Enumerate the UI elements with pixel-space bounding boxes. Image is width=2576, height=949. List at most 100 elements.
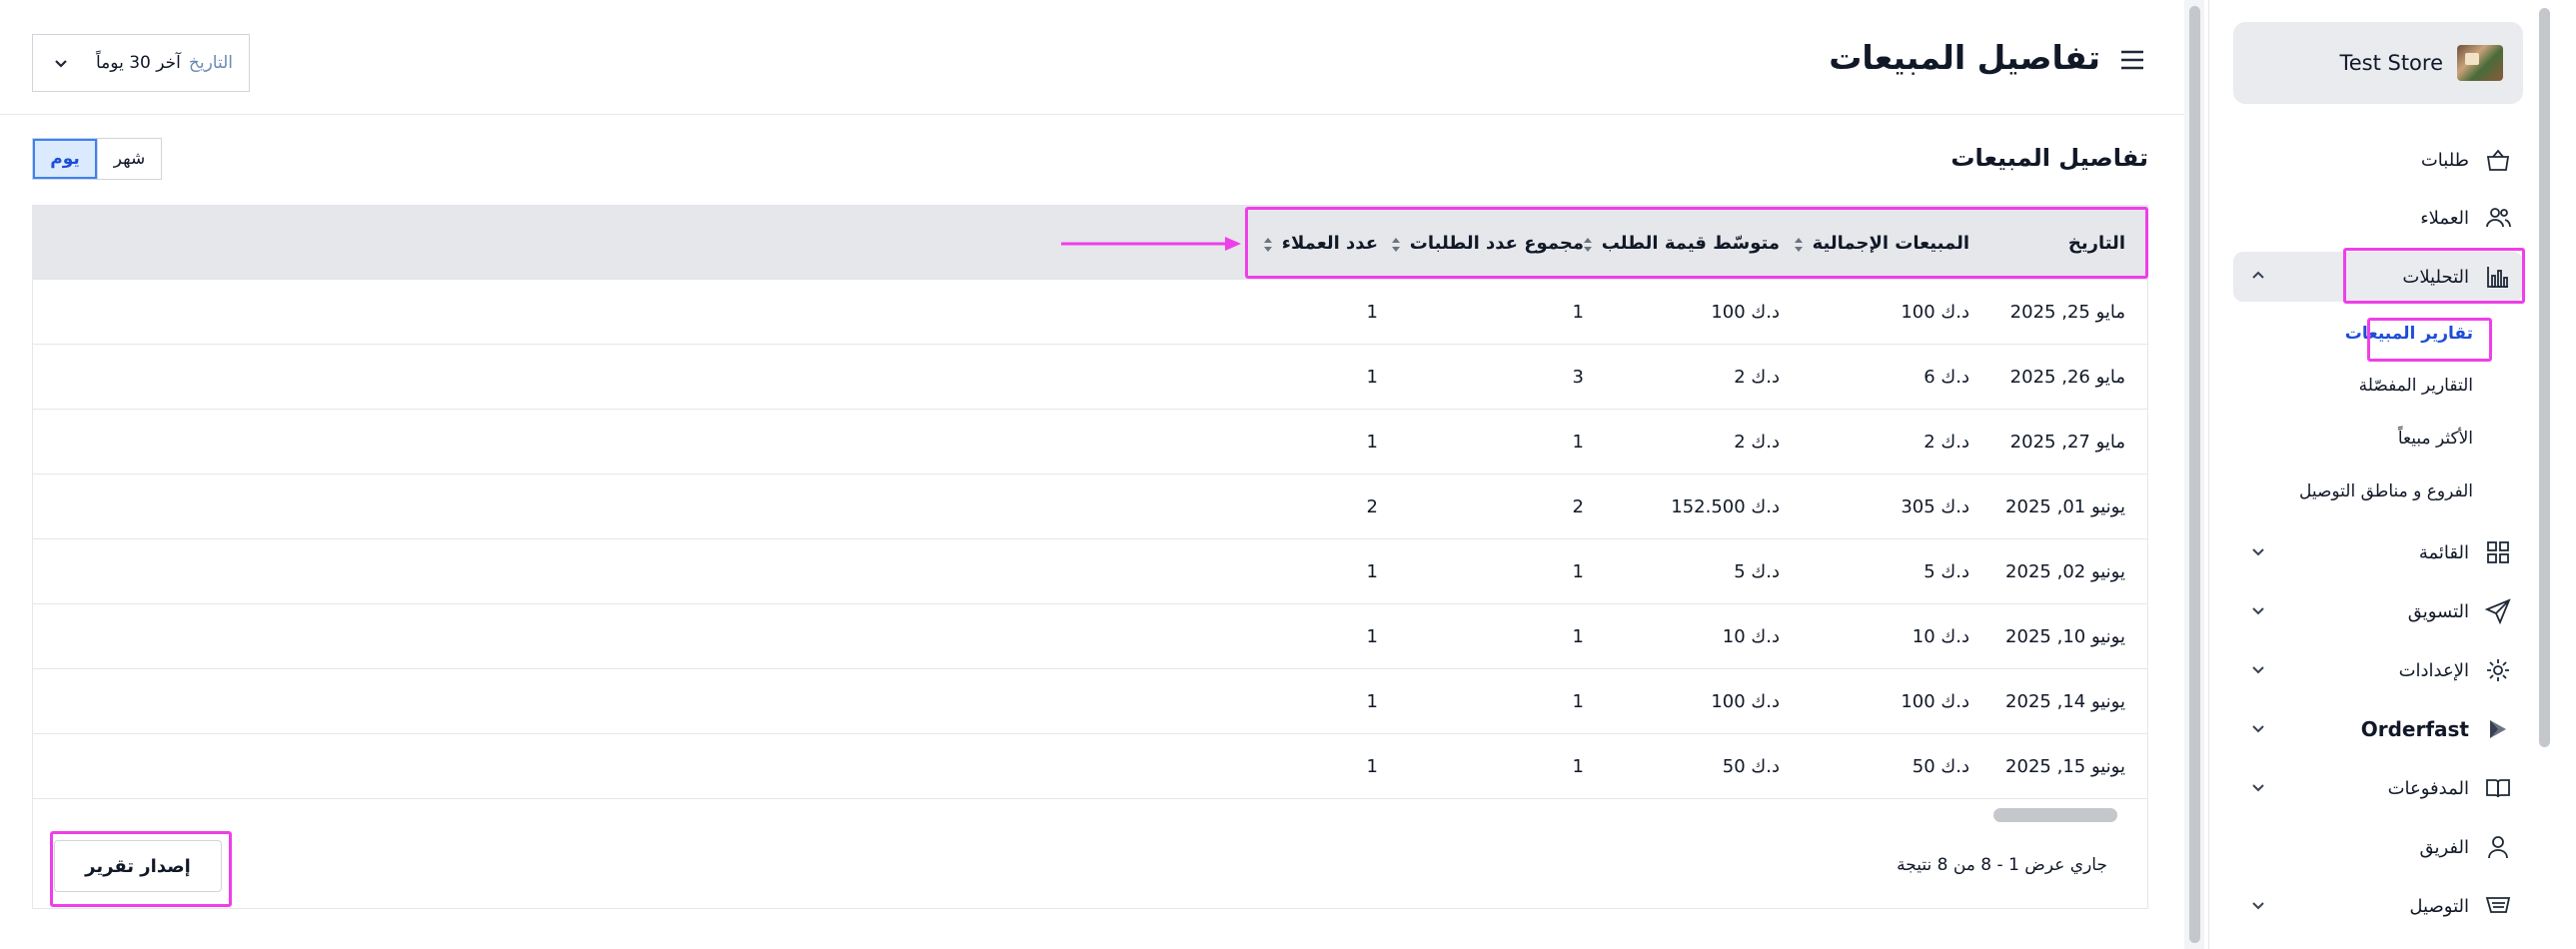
- table-cell: 1: [1366, 367, 1378, 388]
- table-cell: 1: [1366, 432, 1378, 453]
- period-toggle: يوم شهر: [32, 138, 162, 180]
- horizontal-scrollbar[interactable]: [1993, 808, 2117, 822]
- table-cell: د.ك 50: [1722, 756, 1780, 777]
- page-title: تفاصيل المبيعات: [1829, 38, 2100, 77]
- table-cell: د.ك 50: [1912, 756, 1969, 777]
- chevron-down-icon: [2247, 601, 2267, 621]
- send-icon: [2483, 596, 2513, 626]
- table-cell: د.ك 100: [1711, 691, 1780, 712]
- column-header-date[interactable]: التاريخ: [2068, 206, 2125, 280]
- grid-icon: [2483, 537, 2513, 567]
- table-cell: يونيو 01, 2025: [2005, 496, 2125, 517]
- sort-icon: [1583, 236, 1592, 252]
- main-content: التاريخ آخر 30 يوماً تفاصيل المبيعات تفا…: [0, 0, 2184, 949]
- sales-table: التاريخ المبيعات الإجمالية متوسّط قيمة ا…: [32, 205, 2148, 909]
- sidebar-item-team[interactable]: الفريق: [2233, 822, 2523, 872]
- table-cell: 1: [1572, 626, 1584, 647]
- table-cell: 1: [1572, 691, 1584, 712]
- table-cell: 3: [1572, 367, 1584, 388]
- table-cell: 1: [1572, 561, 1584, 582]
- table-cell: 2: [1572, 496, 1584, 517]
- sidebar-item-marketing[interactable]: التسويق: [2233, 586, 2523, 636]
- chevron-down-icon: [53, 55, 69, 76]
- section-title: تفاصيل المبيعات: [1950, 144, 2148, 172]
- table-cell: د.ك 10: [1722, 626, 1780, 647]
- bar-chart-icon: [2483, 262, 2513, 292]
- table-cell: د.ك 100: [1901, 302, 1969, 323]
- delivery-icon: [2483, 891, 2513, 921]
- annotation-arrow-icon: [1061, 237, 1241, 251]
- table-cell: د.ك 5: [1924, 561, 1969, 582]
- sidebar-subitem-best-sellers[interactable]: الأكثر مبيعاً: [2233, 429, 2523, 449]
- sidebar-subitem-detailed-reports[interactable]: التقارير المفصّلة: [2233, 376, 2523, 396]
- table-cell: د.ك 2: [1734, 367, 1780, 388]
- table-cell: 1: [1366, 302, 1378, 323]
- sidebar-subitem-sales-reports[interactable]: تقارير المبيعات: [2233, 324, 2523, 344]
- sidebar-scrollbar[interactable]: [2539, 8, 2550, 747]
- table-cell: د.ك 305: [1901, 496, 1969, 517]
- table-row: مايو 27, 2025 د.ك 2 د.ك 2 1 1: [33, 410, 2147, 474]
- sidebar-item-settings[interactable]: الإعدادات: [2233, 645, 2523, 695]
- store-name: Test Store: [2339, 51, 2443, 75]
- gear-icon: [2483, 655, 2513, 685]
- table-cell: د.ك 6: [1924, 367, 1969, 388]
- table-cell: يونيو 02, 2025: [2005, 561, 2125, 582]
- book-icon: [2483, 773, 2513, 803]
- table-cell: يونيو 10, 2025: [2005, 626, 2125, 647]
- page-header: التاريخ آخر 30 يوماً تفاصيل المبيعات: [0, 0, 2184, 115]
- sidebar-item-analytics[interactable]: التحليلات: [2233, 252, 2523, 302]
- table-cell: مايو 25, 2025: [2009, 302, 2125, 323]
- chevron-up-icon: [2247, 267, 2267, 287]
- date-filter-label: التاريخ: [188, 53, 233, 73]
- sidebar-item-delivery[interactable]: التوصيل: [2233, 881, 2523, 931]
- table-cell: 1: [1366, 626, 1378, 647]
- sidebar-item-payments[interactable]: المدفوعات: [2233, 763, 2523, 813]
- column-header-customers[interactable]: عدد العملاء: [1263, 206, 1378, 280]
- sort-icon: [1391, 236, 1400, 252]
- column-header-avg-order[interactable]: متوسّط قيمة الطلب: [1583, 206, 1780, 280]
- table-cell: يونيو 15, 2025: [2005, 756, 2125, 777]
- sidebar-item-customers[interactable]: العملاء: [2233, 193, 2523, 243]
- date-range-dropdown[interactable]: التاريخ آخر 30 يوماً: [32, 34, 250, 92]
- sidebar-item-orderfast[interactable]: Orderfast: [2233, 704, 2523, 754]
- sort-icon: [1263, 236, 1272, 252]
- table-cell: 1: [1366, 561, 1378, 582]
- toggle-day-button[interactable]: يوم: [33, 139, 97, 179]
- column-header-total-sales[interactable]: المبيعات الإجمالية: [1794, 206, 1969, 280]
- table-cell: 1: [1572, 756, 1584, 777]
- table-cell: د.ك 152.500: [1671, 496, 1780, 517]
- table-cell: 1: [1366, 691, 1378, 712]
- sidebar-item-orders[interactable]: طلبات: [2233, 135, 2523, 185]
- table-cell: 1: [1572, 432, 1584, 453]
- table-cell: د.ك 5: [1734, 561, 1780, 582]
- table-cell: د.ك 2: [1924, 432, 1969, 453]
- table-row: مايو 26, 2025 د.ك 6 د.ك 2 3 1: [33, 345, 2147, 410]
- main-scrollbar[interactable]: [2189, 6, 2200, 943]
- table-cell: 1: [1572, 302, 1584, 323]
- store-selector[interactable]: Test Store: [2233, 22, 2523, 104]
- sidebar-item-menu[interactable]: القائمة: [2233, 527, 2523, 577]
- table-cell: يونيو 14, 2025: [2005, 691, 2125, 712]
- sidebar: Test Store طلبات العملاء التحليلات تقاري…: [2208, 0, 2534, 949]
- date-filter-value: آخر 30 يوماً: [96, 53, 181, 73]
- table-cell: 2: [1366, 496, 1378, 517]
- table-row: يونيو 14, 2025 د.ك 100 د.ك 100 1 1: [33, 669, 2147, 734]
- table-row: يونيو 02, 2025 د.ك 5 د.ك 5 1 1: [33, 539, 2147, 604]
- column-header-total-orders[interactable]: مجموع عدد الطلبات: [1391, 206, 1584, 280]
- table-cell: 1: [1366, 756, 1378, 777]
- table-cell: د.ك 10: [1912, 626, 1969, 647]
- users-icon: [2483, 203, 2513, 233]
- table-cell: د.ك 100: [1901, 691, 1969, 712]
- table-cell: د.ك 2: [1734, 432, 1780, 453]
- store-logo: [2457, 45, 2503, 81]
- toggle-month-button[interactable]: شهر: [97, 139, 161, 179]
- sidebar-subitem-branches-zones[interactable]: الفروع و مناطق التوصيل: [2233, 481, 2523, 501]
- table-row: مايو 25, 2025 د.ك 100 د.ك 100 1 1: [33, 280, 2147, 345]
- table-row: يونيو 15, 2025 د.ك 50 د.ك 50 1 1: [33, 734, 2147, 799]
- menu-icon[interactable]: [2118, 47, 2146, 73]
- table-cell: مايو 26, 2025: [2009, 367, 2125, 388]
- play-icon: [2483, 714, 2513, 744]
- export-report-button[interactable]: إصدار تقرير: [54, 840, 222, 892]
- user-icon: [2483, 832, 2513, 862]
- chevron-down-icon: [2247, 660, 2267, 680]
